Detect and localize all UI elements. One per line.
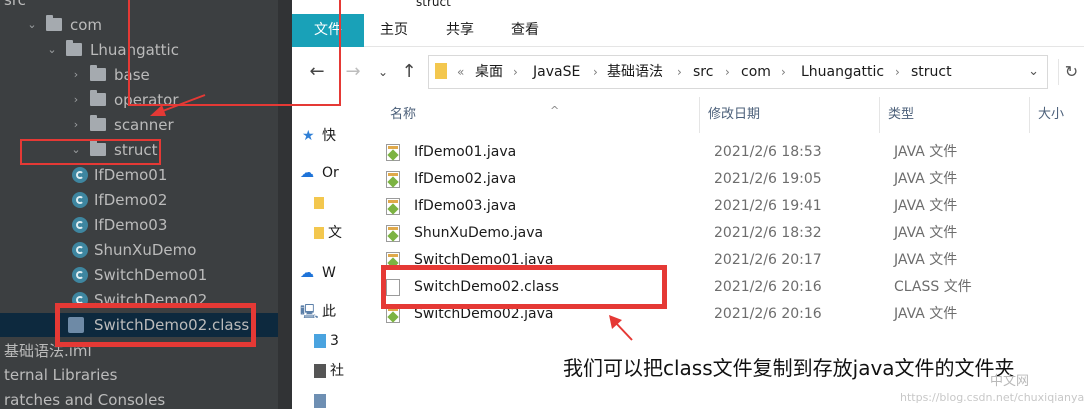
- annotation-arrows: [150, 94, 633, 341]
- watermark-url: https://blog.csdn.net/chuxiqianya2020: [900, 391, 1084, 404]
- arrowhead-icon: [150, 105, 166, 116]
- arrow-line: [614, 321, 633, 341]
- annotation-text: 我们可以把class文件复制到存放java文件的文件夹: [563, 352, 1015, 381]
- watermark-site: 中文网: [990, 374, 1030, 389]
- arrow-line: [159, 94, 206, 113]
